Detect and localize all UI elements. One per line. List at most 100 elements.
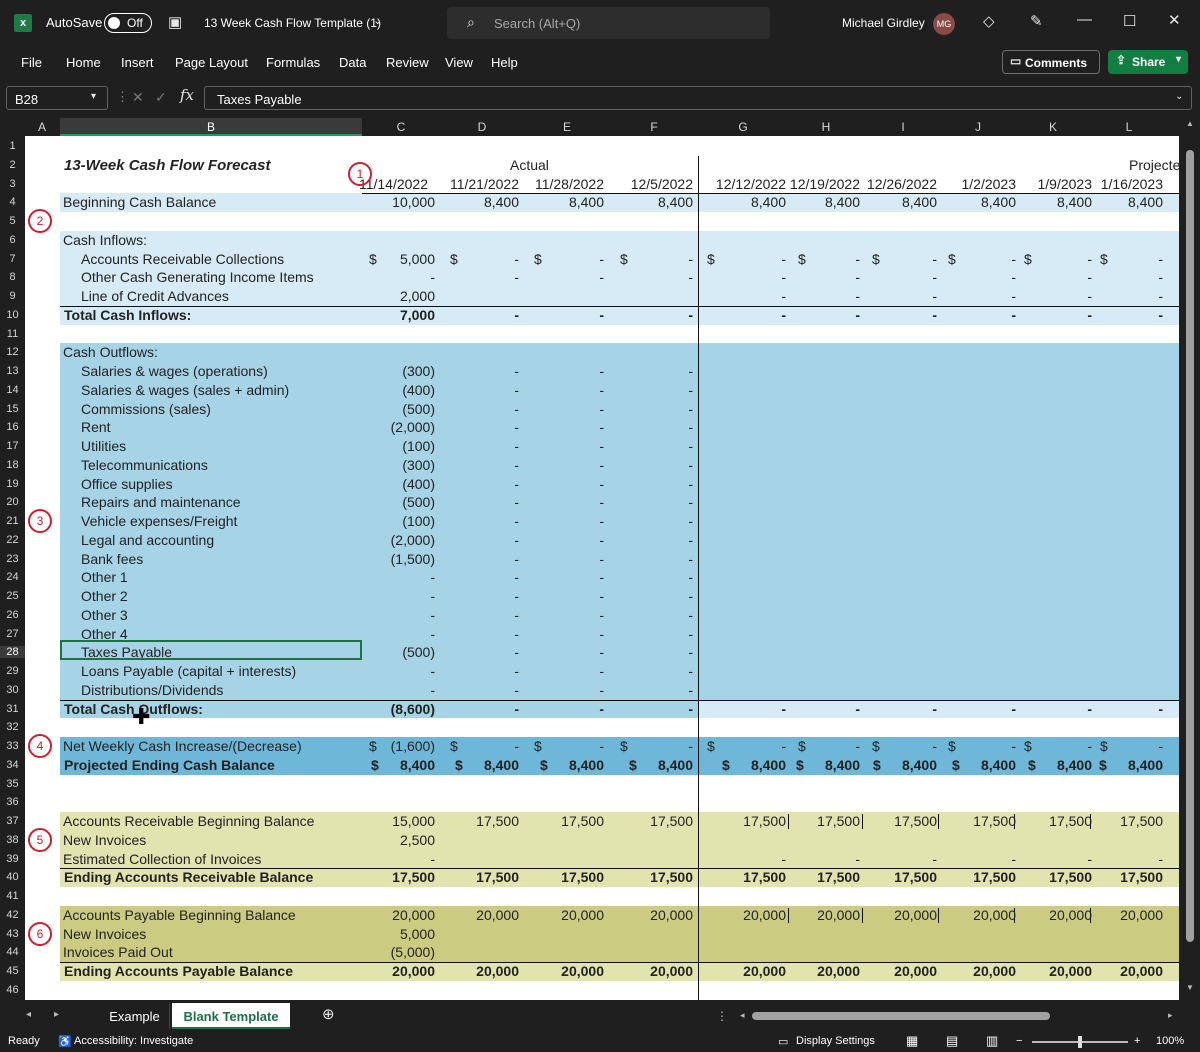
cell-value[interactable]: - xyxy=(534,700,604,718)
cell-value[interactable]: - xyxy=(534,250,604,268)
menu-file[interactable]: File xyxy=(21,55,42,70)
cell-value[interactable]: - xyxy=(1093,306,1163,324)
menu-review[interactable]: Review xyxy=(386,55,429,70)
cell-value[interactable]: - xyxy=(449,550,519,568)
cell-value[interactable]: 20,000 xyxy=(867,906,937,924)
cell-value[interactable]: 20,000 xyxy=(1093,962,1163,980)
cell-value[interactable]: - xyxy=(534,306,604,324)
cell-value[interactable]: - xyxy=(867,306,937,324)
row-label[interactable]: Utilities xyxy=(81,437,126,455)
accessibility-status[interactable]: Accessibility: Investigate xyxy=(74,1035,193,1047)
cell-value[interactable]: - xyxy=(449,381,519,399)
pen-icon[interactable]: ✎ xyxy=(1030,14,1043,29)
cell-value[interactable]: - xyxy=(946,287,1016,305)
cell-value[interactable]: 17,500 xyxy=(1093,868,1163,886)
file-title[interactable]: 13 Week Cash Flow Template (1) xyxy=(204,16,381,30)
row-header[interactable]: 32 xyxy=(0,721,25,733)
column-header-g[interactable]: G xyxy=(733,120,753,134)
menu-home[interactable]: Home xyxy=(66,55,101,70)
column-header-l[interactable]: L xyxy=(1119,120,1139,134)
cell-value[interactable]: - xyxy=(534,737,604,755)
cell-value[interactable]: - xyxy=(1022,850,1092,868)
zoom-in-icon[interactable]: + xyxy=(1134,1035,1140,1047)
scroll-right-icon[interactable]: ▸ xyxy=(1168,1011,1173,1020)
cell-value[interactable]: - xyxy=(1093,700,1163,718)
week-date[interactable]: 11/21/2022 xyxy=(439,175,519,193)
row-label[interactable]: Other Cash Generating Income Items xyxy=(81,268,314,286)
cell-value[interactable]: 10,000 xyxy=(365,193,435,211)
row-label[interactable]: Distributions/Dividends xyxy=(81,681,223,699)
cell-value[interactable]: (8,600) xyxy=(365,700,435,718)
minimize-icon[interactable]: — xyxy=(1077,12,1092,27)
cell-value[interactable]: 8,400 xyxy=(1103,756,1163,774)
row-label[interactable]: Telecommunications xyxy=(81,456,208,474)
menu-page-layout[interactable]: Page Layout xyxy=(175,55,248,70)
cell-value[interactable]: 20,000 xyxy=(716,962,786,980)
row-header[interactable]: 23 xyxy=(0,553,25,565)
row-header[interactable]: 30 xyxy=(0,684,25,696)
cell-value[interactable]: - xyxy=(1022,287,1092,305)
cell-value[interactable]: - xyxy=(1093,268,1163,286)
row-header[interactable]: 35 xyxy=(0,778,25,790)
cell-value[interactable]: (500) xyxy=(365,493,435,511)
cell-value[interactable]: - xyxy=(534,625,604,643)
cell-value[interactable]: - xyxy=(623,531,693,549)
cell-value[interactable]: - xyxy=(1022,306,1092,324)
cell-value[interactable]: - xyxy=(534,400,604,418)
cell-value[interactable]: - xyxy=(867,850,937,868)
cell-value[interactable]: - xyxy=(790,287,860,305)
cell-value[interactable]: - xyxy=(716,700,786,718)
cell-value[interactable]: - xyxy=(449,737,519,755)
row-label[interactable]: Projected Ending Cash Balance xyxy=(64,756,275,774)
column-header-k[interactable]: K xyxy=(1043,120,1063,134)
cell-value[interactable]: - xyxy=(946,737,1016,755)
row-header[interactable]: 14 xyxy=(0,384,25,396)
row-header[interactable]: 37 xyxy=(0,815,25,827)
week-date[interactable]: 12/19/2022 xyxy=(780,175,860,193)
cell-value[interactable]: 8,400 xyxy=(449,193,519,211)
cell-value[interactable]: (1,500) xyxy=(365,550,435,568)
enter-icon[interactable]: ✓ xyxy=(155,90,167,104)
cell-value[interactable]: - xyxy=(623,662,693,680)
cell-value[interactable]: - xyxy=(946,850,1016,868)
cell-value[interactable]: - xyxy=(449,568,519,586)
cell-value[interactable]: - xyxy=(1093,287,1163,305)
cell-value[interactable]: - xyxy=(623,362,693,380)
menu-insert[interactable]: Insert xyxy=(121,55,154,70)
cell-value[interactable]: - xyxy=(716,268,786,286)
menu-data[interactable]: Data xyxy=(339,55,366,70)
cell-value[interactable]: - xyxy=(1022,700,1092,718)
row-header[interactable]: 15 xyxy=(0,403,25,415)
tab-example[interactable]: Example xyxy=(100,1003,170,1029)
cell-value[interactable]: - xyxy=(534,512,604,530)
cell-value[interactable]: 17,500 xyxy=(1093,812,1163,830)
row-label[interactable]: Office supplies xyxy=(81,475,173,493)
cell-value[interactable]: - xyxy=(534,437,604,455)
cell-value[interactable]: - xyxy=(623,250,693,268)
cell-value[interactable]: 20,000 xyxy=(623,962,693,980)
cell-value[interactable]: - xyxy=(449,700,519,718)
cell-value[interactable]: - xyxy=(365,268,435,286)
cell-value[interactable]: (500) xyxy=(365,643,435,661)
cell-value[interactable]: 17,500 xyxy=(365,868,435,886)
cell-value[interactable]: - xyxy=(534,475,604,493)
cell-value[interactable]: 8,400 xyxy=(877,756,937,774)
page-layout-view-icon[interactable]: ▤ xyxy=(946,1033,958,1049)
row-label[interactable]: Vehicle expenses/Freight xyxy=(81,512,237,530)
row-label[interactable]: Accounts Receivable Collections xyxy=(81,250,284,268)
avatar[interactable]: MG xyxy=(933,13,955,35)
cell-value[interactable]: - xyxy=(534,381,604,399)
vertical-scroll-thumb[interactable] xyxy=(1186,150,1194,942)
row-label[interactable]: Ending Accounts Receivable Balance xyxy=(64,868,313,886)
menu-view[interactable]: View xyxy=(445,55,473,70)
cell-value[interactable]: 17,500 xyxy=(790,812,860,830)
cell-value[interactable]: - xyxy=(365,681,435,699)
cell-value[interactable]: - xyxy=(623,437,693,455)
cell-value[interactable]: 8,400 xyxy=(800,756,860,774)
cell-value[interactable]: - xyxy=(623,681,693,699)
cell-value[interactable]: - xyxy=(365,625,435,643)
cell-value[interactable]: - xyxy=(449,643,519,661)
row-label[interactable]: New Invoices xyxy=(63,925,146,943)
cell-value[interactable]: - xyxy=(623,493,693,511)
cell-value[interactable]: 8,400 xyxy=(790,193,860,211)
